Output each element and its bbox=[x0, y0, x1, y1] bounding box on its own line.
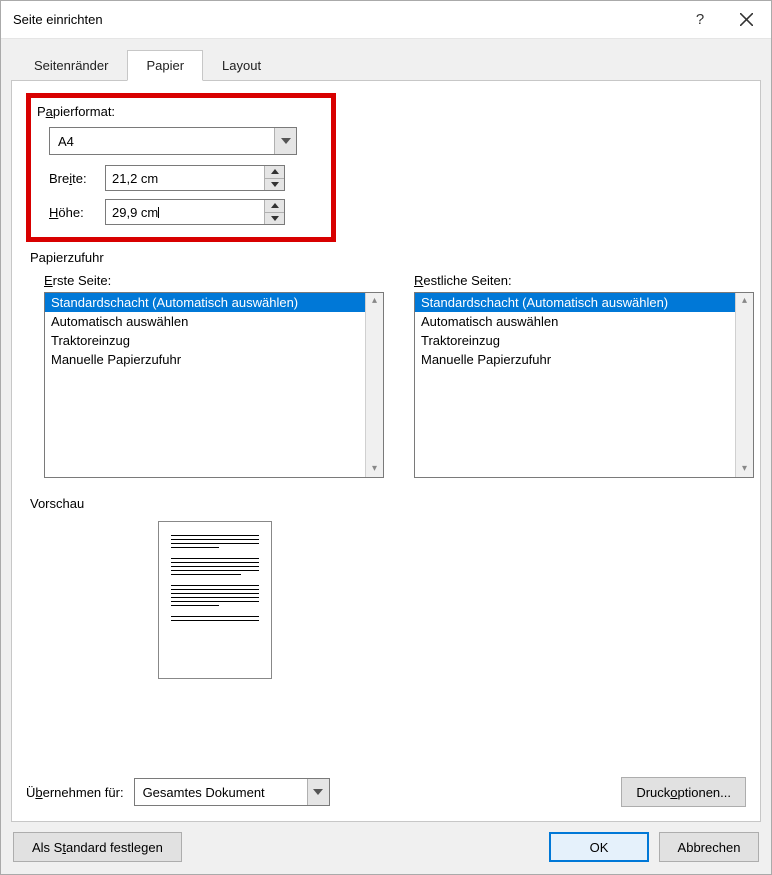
list-item[interactable]: Traktoreinzug bbox=[415, 331, 735, 350]
first-page-label: Erste Seite: bbox=[44, 273, 384, 288]
list-item[interactable]: Manuelle Papierzufuhr bbox=[45, 350, 365, 369]
paper-size-dropdown-button[interactable] bbox=[274, 128, 296, 154]
paper-format-group: Papierformat: A4 Breite: 21,2 cm bbox=[26, 93, 336, 242]
scroll-up-icon: ▴ bbox=[372, 296, 377, 306]
width-row: Breite: 21,2 cm bbox=[49, 165, 323, 191]
dialog-footer: Als Standard festlegen OK Abbrechen bbox=[11, 822, 761, 862]
close-button[interactable] bbox=[723, 4, 769, 36]
width-value[interactable]: 21,2 cm bbox=[106, 166, 264, 190]
tab-layout[interactable]: Layout bbox=[203, 50, 280, 81]
list-item[interactable]: Traktoreinzug bbox=[45, 331, 365, 350]
other-pages-label: Restliche Seiten: bbox=[414, 273, 754, 288]
list-item[interactable]: Automatisch auswählen bbox=[45, 312, 365, 331]
apply-to-combo[interactable]: Gesamtes Dokument bbox=[134, 778, 330, 806]
cancel-button[interactable]: Abbrechen bbox=[659, 832, 759, 862]
height-value[interactable]: 29,9 cm bbox=[106, 200, 264, 224]
chevron-down-icon bbox=[313, 789, 323, 795]
scrollbar[interactable]: ▴ ▾ bbox=[365, 293, 383, 477]
height-spinner[interactable]: 29,9 cm bbox=[105, 199, 285, 225]
preview-page bbox=[158, 521, 272, 679]
triangle-up-icon bbox=[271, 203, 279, 208]
apply-to-label: Übernehmen für: bbox=[26, 785, 124, 800]
print-options-button[interactable]: Druckoptionen... bbox=[621, 777, 746, 807]
width-label: Breite: bbox=[49, 171, 105, 186]
width-spinner[interactable]: 21,2 cm bbox=[105, 165, 285, 191]
tabstrip: Seitenränder Papier Layout bbox=[15, 50, 761, 81]
paper-size-value: A4 bbox=[50, 134, 274, 149]
ok-button[interactable]: OK bbox=[549, 832, 649, 862]
help-button[interactable]: ? bbox=[677, 4, 723, 36]
preview-label: Vorschau bbox=[30, 496, 746, 511]
first-page-column: Erste Seite: Standardschacht (Automatisc… bbox=[44, 273, 384, 478]
width-decrement-button[interactable] bbox=[265, 179, 284, 191]
paper-feed-label: Papierzufuhr bbox=[30, 250, 746, 265]
chevron-down-icon bbox=[281, 138, 291, 144]
apply-row: Übernehmen für: Gesamtes Dokument Drucko… bbox=[26, 759, 746, 807]
paper-format-label: Papierformat: bbox=[37, 104, 323, 119]
list-item[interactable]: Standardschacht (Automatisch auswählen) bbox=[45, 293, 365, 312]
height-row: Höhe: 29,9 cm bbox=[49, 199, 323, 225]
tab-paper[interactable]: Papier bbox=[127, 50, 203, 81]
page-setup-dialog: Seite einrichten ? Seitenränder Papier L… bbox=[0, 0, 772, 875]
dialog-body: Seitenränder Papier Layout Papierformat:… bbox=[1, 39, 771, 874]
list-item[interactable]: Standardschacht (Automatisch auswählen) bbox=[415, 293, 735, 312]
width-increment-button[interactable] bbox=[265, 166, 284, 179]
close-icon bbox=[740, 13, 753, 26]
paper-feed-group: Papierzufuhr Erste Seite: Standardschach… bbox=[26, 250, 746, 478]
scroll-down-icon: ▾ bbox=[372, 464, 377, 474]
first-page-listbox[interactable]: Standardschacht (Automatisch auswählen) … bbox=[44, 292, 384, 478]
height-label: Höhe: bbox=[49, 205, 105, 220]
dialog-title: Seite einrichten bbox=[13, 12, 677, 27]
apply-to-value: Gesamtes Dokument bbox=[135, 785, 307, 800]
height-decrement-button[interactable] bbox=[265, 213, 284, 225]
tab-margins[interactable]: Seitenränder bbox=[15, 50, 127, 81]
other-pages-column: Restliche Seiten: Standardschacht (Autom… bbox=[414, 273, 754, 478]
titlebar: Seite einrichten ? bbox=[1, 1, 771, 39]
triangle-down-icon bbox=[271, 216, 279, 221]
paper-size-combo[interactable]: A4 bbox=[49, 127, 297, 155]
triangle-up-icon bbox=[271, 169, 279, 174]
list-item[interactable]: Automatisch auswählen bbox=[415, 312, 735, 331]
preview-group: Vorschau bbox=[30, 496, 746, 679]
list-item[interactable]: Manuelle Papierzufuhr bbox=[415, 350, 735, 369]
triangle-down-icon bbox=[271, 182, 279, 187]
scroll-up-icon: ▴ bbox=[742, 296, 747, 306]
set-as-default-button[interactable]: Als Standard festlegen bbox=[13, 832, 182, 862]
tab-page-paper: Papierformat: A4 Breite: 21,2 cm bbox=[11, 80, 761, 822]
scrollbar[interactable]: ▴ ▾ bbox=[735, 293, 753, 477]
other-pages-listbox[interactable]: Standardschacht (Automatisch auswählen) … bbox=[414, 292, 754, 478]
preview-content-icon bbox=[171, 535, 259, 621]
apply-to-dropdown-button[interactable] bbox=[307, 779, 329, 805]
scroll-down-icon: ▾ bbox=[742, 464, 747, 474]
height-increment-button[interactable] bbox=[265, 200, 284, 213]
